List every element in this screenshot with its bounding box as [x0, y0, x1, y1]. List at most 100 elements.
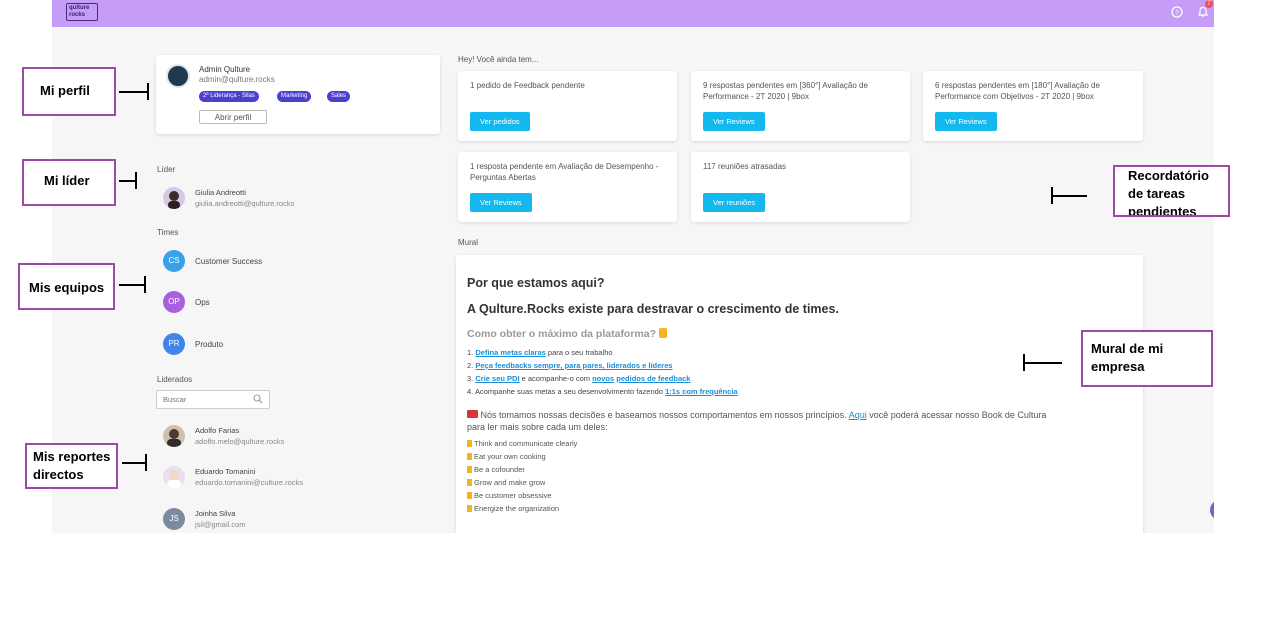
- value-item: Eat your own cooking: [467, 452, 546, 461]
- step-number: 1.: [467, 348, 474, 357]
- profile-email: admin@qulture.rocks: [199, 75, 275, 84]
- bolt-icon: [467, 492, 472, 499]
- led-avatar[interactable]: JS: [163, 508, 185, 530]
- pending-card: 9 respostas pendentes em [360°] Avaliaçã…: [691, 71, 910, 141]
- profile-avatar[interactable]: [166, 64, 190, 88]
- mural-paragraph-line2: para ler mais sobre cada um deles:: [467, 422, 608, 432]
- open-profile-button[interactable]: Abrir perfil: [199, 110, 267, 124]
- search-icon[interactable]: [253, 394, 263, 404]
- led-email: jsil@gmail.com: [195, 520, 246, 529]
- step-link[interactable]: 1:1s com frequência: [665, 387, 738, 396]
- step-number: 2.: [467, 361, 474, 370]
- step-link[interactable]: Peça feedbacks sempre, para pares, lider…: [475, 361, 672, 370]
- bolt-icon: [467, 466, 472, 473]
- annotation-mural-line1: Mural de mi: [1091, 341, 1164, 356]
- led-name[interactable]: Adolfo Farias: [195, 426, 239, 435]
- led-name[interactable]: Eduardo Tomanini: [195, 467, 255, 476]
- led-email: eduardo.tomanini@culture.rocks: [195, 478, 304, 487]
- led-search-input[interactable]: [163, 394, 249, 405]
- annotation-connector: [147, 83, 149, 100]
- view-reviews-button[interactable]: Ver Reviews: [935, 112, 997, 131]
- step-link[interactable]: Defina metas claras: [475, 348, 545, 357]
- notification-badge: 7: [1205, 0, 1213, 8]
- annotation-reports: Mis reportes directos: [25, 443, 118, 489]
- mural-step: 1. Defina metas claras para o seu trabal…: [467, 348, 613, 357]
- mural-title: Mural: [458, 238, 479, 247]
- team-avatar[interactable]: OP: [163, 291, 185, 313]
- pending-card: 117 reuniões atrasadas Ver reuniões: [691, 152, 910, 222]
- led-email: adolfo.melo@qulture.rocks: [195, 437, 285, 446]
- logo-line2: rocks: [69, 12, 86, 18]
- teams-section-title: Times: [157, 228, 179, 237]
- pending-text: 6 respostas pendentes em [180°] Avaliaçã…: [935, 81, 1100, 101]
- profile-tag[interactable]: Marketing: [277, 91, 312, 102]
- view-requests-button[interactable]: Ver pedidos: [470, 112, 530, 131]
- mural-heading: Por que estamos aqui?: [467, 276, 605, 290]
- view-reviews-button[interactable]: Ver Reviews: [470, 193, 532, 212]
- step-number: 3.: [467, 374, 474, 383]
- profile-name: Admin Qulture: [199, 65, 251, 74]
- value-item: Energize the organization: [467, 504, 559, 513]
- pending-card: 6 respostas pendentes em [180°] Avaliaçã…: [923, 71, 1143, 141]
- step-link[interactable]: Crie seu PDI: [475, 374, 519, 383]
- annotation-connector: [1052, 195, 1087, 197]
- app-logo[interactable]: qulture rocks: [66, 3, 98, 21]
- team-name[interactable]: Produto: [195, 340, 223, 349]
- step-text: Acompanhe suas metas a seu desenvolvimen…: [474, 387, 666, 396]
- mural-section-heading: Como obter o máximo da plataforma?: [467, 328, 667, 340]
- top-bar: qulture rocks ? 7: [52, 0, 1214, 27]
- view-meetings-button[interactable]: Ver reuniões: [703, 193, 766, 212]
- team-avatar[interactable]: PR: [163, 333, 185, 355]
- step-link[interactable]: pedidos de feedback: [616, 374, 690, 383]
- view-reviews-button[interactable]: Ver Reviews: [703, 112, 765, 131]
- help-circle-icon[interactable]: ?: [1170, 6, 1184, 20]
- annotation-connector: [119, 91, 149, 93]
- bell-icon[interactable]: [1196, 6, 1210, 20]
- annotation-connector: [122, 462, 147, 464]
- annotation-mural: Mural de mi empresa: [1081, 330, 1213, 387]
- leader-name[interactable]: Giulia Andreotti: [195, 188, 246, 197]
- bolt-icon: [467, 453, 472, 460]
- led-name[interactable]: Joinha Silva: [195, 509, 235, 518]
- step-link[interactable]: novos: [592, 374, 614, 383]
- annotation-tasks-line3: pendientes: [1128, 204, 1197, 217]
- value-item: Think and communicate clearly: [467, 439, 577, 448]
- step-number: 4.: [467, 387, 474, 396]
- bolt-icon: [467, 479, 472, 486]
- paragraph-text: você poderá acessar nosso Book de Cultur…: [869, 410, 1047, 420]
- leader-avatar[interactable]: [163, 187, 185, 209]
- annotation-connector: [1024, 362, 1062, 364]
- pending-card: 1 resposta pendente em Avaliação de Dese…: [458, 152, 677, 222]
- megaphone-icon: [467, 410, 478, 418]
- value-text: Grow and make grow: [474, 478, 546, 487]
- team-avatar[interactable]: CS: [163, 250, 185, 272]
- annotation-connector: [135, 172, 137, 189]
- annotation-connector: [1023, 354, 1025, 371]
- annotation-connector: [144, 276, 146, 293]
- mural-step: 4. Acompanhe suas metas a seu desenvolvi…: [467, 387, 738, 396]
- mural-paragraph: Nós tomamos nossas decisões e baseamos n…: [467, 410, 1046, 420]
- annotation-tasks-line1: Recordatório: [1128, 168, 1209, 183]
- value-text: Be a cofounder: [474, 465, 525, 474]
- profile-tag[interactable]: Sales: [327, 91, 351, 102]
- annotation-tasks-line2: de tareas: [1128, 186, 1186, 201]
- led-avatar[interactable]: [163, 425, 185, 447]
- app-window: qulture rocks ? 7 Admin Qulture admin@qu…: [52, 0, 1214, 533]
- step-text: e acompanhe-o com: [519, 374, 593, 383]
- annotation-reports-line2: directos: [33, 467, 84, 482]
- led-avatar[interactable]: [163, 466, 185, 488]
- team-name[interactable]: Customer Success: [195, 257, 262, 266]
- annotation-leader: Mi líder: [22, 159, 116, 206]
- value-text: Energize the organization: [474, 504, 560, 513]
- culture-book-link[interactable]: Aqui: [849, 410, 867, 420]
- floating-chat-button[interactable]: [1210, 500, 1214, 520]
- value-item: Be customer obsessive: [467, 491, 552, 500]
- annotation-connector: [145, 454, 147, 471]
- bolt-icon: [467, 440, 472, 447]
- leader-email: giulia.andreotti@qulture.rocks: [195, 199, 295, 208]
- team-name[interactable]: Ops: [195, 298, 210, 307]
- profile-tag[interactable]: 2ª Liderança - Silas: [199, 91, 259, 102]
- led-search-box[interactable]: [156, 390, 270, 409]
- annotation-mural-line2: empresa: [1091, 359, 1145, 374]
- led-section-title: Liderados: [157, 375, 193, 384]
